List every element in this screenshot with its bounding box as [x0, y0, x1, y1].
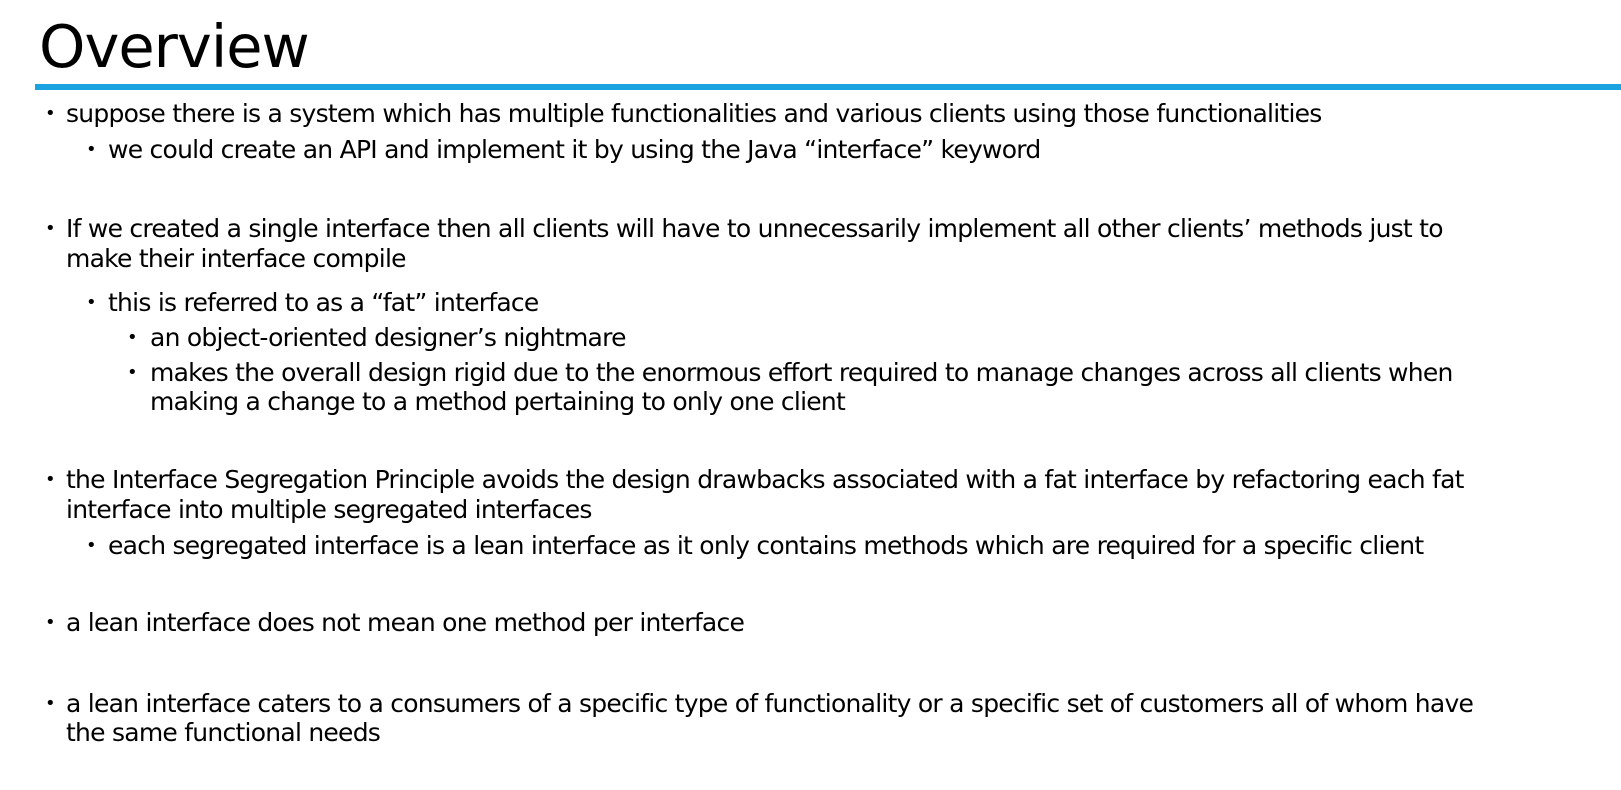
bullet-text: we could create an API and implement it …	[108, 135, 1041, 164]
bullet-icon: •	[45, 693, 56, 714]
bullet-icon: •	[45, 103, 56, 124]
bullet-text: makes the overall design rigid due to th…	[150, 358, 1453, 387]
bullet-icon: •	[127, 327, 138, 348]
bullet-text: each segregated interface is a lean inte…	[108, 531, 1424, 560]
bullet-text: this is referred to as a “fat” interface	[108, 288, 539, 317]
bullet-icon: •	[86, 292, 97, 313]
bullet-text-continuation: the same functional needs	[66, 718, 381, 747]
bullet-icon: •	[86, 139, 97, 160]
bullet-text: If we created a single interface then al…	[66, 214, 1444, 243]
bullet-text: an object-oriented designer’s nightmare	[150, 323, 626, 352]
bullet-text: a lean interface does not mean one metho…	[66, 608, 745, 637]
bullet-text: a lean interface caters to a consumers o…	[66, 689, 1474, 718]
bullet-text: the Interface Segregation Principle avoi…	[66, 465, 1464, 494]
bullet-icon: •	[127, 362, 138, 383]
bullet-text-continuation: making a change to a method pertaining t…	[150, 387, 846, 416]
bullet-icon: •	[45, 218, 56, 239]
bullet-text: suppose there is a system which has mult…	[66, 99, 1322, 128]
bullet-text-continuation: make their interface compile	[66, 244, 407, 273]
title-underline	[35, 84, 1621, 90]
bullet-icon: •	[86, 535, 97, 556]
bullet-icon: •	[45, 469, 56, 490]
bullet-text-continuation: interface into multiple segregated inter…	[66, 495, 592, 524]
bullet-icon: •	[45, 612, 56, 633]
slide-title: Overview	[39, 12, 310, 81]
